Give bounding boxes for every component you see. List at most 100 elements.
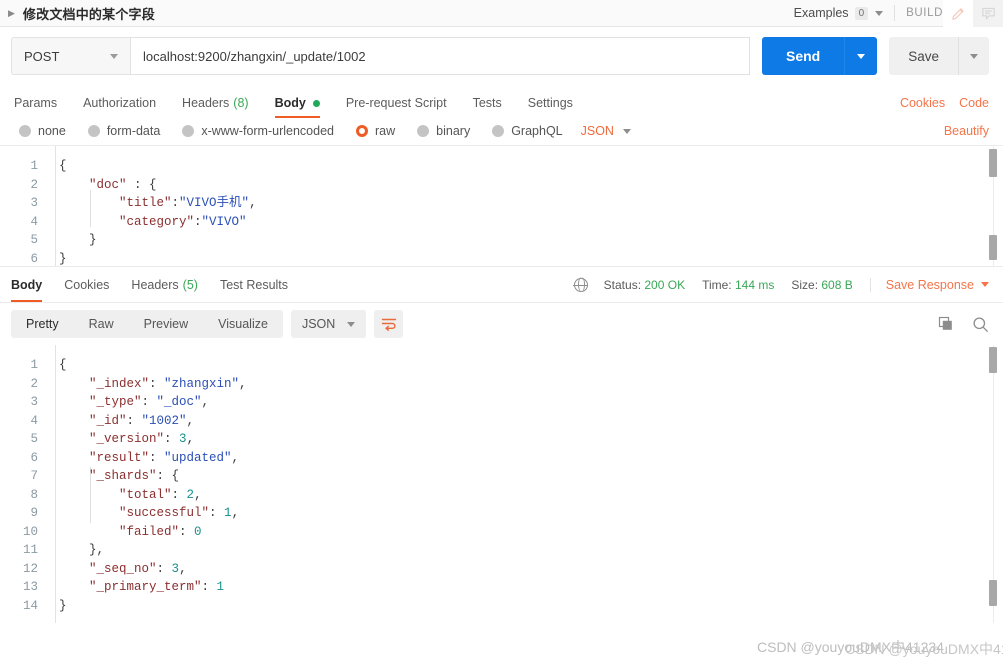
tab-authorization[interactable]: Authorization [70, 96, 169, 118]
word-wrap-button[interactable] [374, 310, 404, 338]
body-type-graphql[interactable]: GraphQL [492, 124, 563, 138]
time-value: 144 ms [734, 277, 775, 292]
line-number: 3 [30, 395, 38, 409]
request-body-code[interactable]: { "doc" : { "title":"VIVO手机", "category"… [59, 146, 977, 266]
tab-label: Params [14, 96, 58, 110]
tab-tests[interactable]: Tests [460, 96, 515, 118]
send-button-group: Send [761, 37, 878, 75]
line-number: 3 [30, 196, 38, 210]
save-response-button[interactable]: Save Response [869, 277, 989, 292]
request-editor-gutter: 1 2 3 4 5 6 [0, 146, 47, 266]
request-title[interactable]: 修改文档中的某个字段 [23, 4, 155, 23]
watermark-primary: CSDN @youyouDMX中41234 [757, 639, 944, 655]
globe-icon [573, 277, 588, 292]
response-tab-headers[interactable]: Headers (5) [120, 267, 209, 302]
response-body-code[interactable]: { "_index": "zhangxin", "_type": "_doc",… [59, 345, 977, 623]
http-method-select[interactable]: POST [11, 37, 130, 75]
response-editor-gutter: 1 2 3 4 5 6 7 8 9 10 11 12 13 14 [0, 345, 47, 623]
tab-label: Headers [131, 278, 179, 292]
save-button[interactable]: Save [889, 37, 958, 75]
cookies-link[interactable]: Cookies [900, 96, 945, 110]
send-chevron-down-icon [857, 53, 866, 59]
radio-icon [87, 125, 100, 137]
request-tab-bar: Params Authorization Headers (8) Body Pr… [0, 86, 1003, 118]
request-body-editor[interactable]: 1 2 3 4 5 6 { "doc" : { "title":"VIVO手机"… [0, 146, 1003, 267]
line-number: 6 [30, 251, 38, 266]
response-view-preview[interactable]: Preview [129, 317, 203, 331]
request-vertical-scrollbar-secondary[interactable] [989, 235, 997, 260]
radio-icon [492, 125, 505, 137]
tab-settings[interactable]: Settings [515, 96, 586, 118]
line-number: 10 [22, 524, 38, 539]
response-tab-cookies[interactable]: Cookies [53, 267, 120, 302]
body-type-x-www-form-urlencoded[interactable]: x-www-form-urlencoded [182, 124, 334, 138]
response-format-select[interactable]: JSON [290, 310, 367, 338]
line-number: 4 [30, 413, 38, 428]
line-number: 5 [30, 233, 38, 247]
copy-response-button[interactable] [938, 316, 954, 332]
body-type-form-data[interactable]: form-data [87, 124, 160, 138]
body-type-row: none form-data x-www-form-urlencoded raw… [0, 118, 1003, 146]
radio-label: none [38, 124, 66, 138]
radio-icon [417, 125, 430, 137]
response-vertical-scrollbar[interactable] [989, 347, 997, 373]
request-url-input[interactable]: localhost:9200/zhangxin/_update/1002 [130, 37, 750, 75]
request-vertical-scrollbar[interactable] [989, 149, 997, 177]
comment-button[interactable] [973, 0, 1003, 27]
watermark-secondary: CSDN @youyouDMX中41234 [845, 641, 1003, 657]
response-view-pretty[interactable]: Pretty [11, 317, 74, 331]
tab-body[interactable]: Body [262, 96, 333, 118]
gutter-divider [55, 146, 56, 266]
body-format-value: JSON [580, 124, 614, 138]
response-tab-body[interactable]: Body [11, 267, 53, 302]
line-number: 8 [30, 487, 38, 502]
line-number: 12 [22, 561, 38, 576]
time-badge: Time: 144 ms [702, 278, 774, 292]
save-options-button[interactable] [959, 37, 989, 75]
line-number: 13 [22, 580, 38, 594]
tab-params[interactable]: Params [11, 96, 70, 118]
send-button[interactable]: Send [761, 37, 845, 75]
size-label: Size: [791, 277, 819, 292]
build-label[interactable]: BUILD [906, 7, 943, 19]
search-icon [973, 316, 988, 332]
code-link[interactable]: Code [959, 96, 989, 110]
tab-headers[interactable]: Headers (8) [169, 96, 262, 118]
body-format-select[interactable]: JSON [581, 124, 631, 138]
line-number: 11 [22, 543, 38, 557]
response-view-raw[interactable]: Raw [74, 317, 129, 331]
line-number: 2 [30, 376, 38, 391]
divider [894, 5, 896, 21]
body-present-dot-icon [312, 99, 320, 107]
method-chevron-down-icon [110, 53, 118, 59]
search-response-button[interactable] [972, 316, 989, 333]
breadcrumb-expand-icon[interactable]: ▶ [8, 8, 15, 18]
save-response-label: Save Response [885, 277, 974, 292]
line-number: 6 [30, 450, 38, 465]
response-vertical-scrollbar-secondary[interactable] [989, 580, 997, 606]
beautify-button[interactable]: Beautify [944, 124, 989, 138]
response-tab-test-results[interactable]: Test Results [209, 267, 299, 302]
response-toolbar: Pretty Raw Preview Visualize JSON [0, 303, 1003, 345]
examples-chevron-down-icon[interactable] [875, 10, 884, 16]
body-type-raw[interactable]: raw [356, 124, 395, 138]
body-type-none[interactable]: none [19, 124, 66, 138]
send-options-button[interactable] [845, 37, 878, 75]
body-format-chevron-down-icon [622, 128, 631, 134]
tab-pre-request-script[interactable]: Pre-request Script [333, 96, 460, 118]
response-status-area: Status: 200 OK Time: 144 ms Size: 608 B … [573, 277, 989, 292]
line-number: 1 [30, 358, 38, 372]
response-body-editor[interactable]: 1 2 3 4 5 6 7 8 9 10 11 12 13 14 { "_ind… [0, 345, 1003, 657]
radio-selected-icon [356, 125, 368, 137]
tab-label: Pre-request Script [345, 96, 447, 110]
line-number: 4 [30, 214, 38, 229]
response-view-visualize[interactable]: Visualize [203, 317, 283, 331]
tab-label: Body [11, 278, 43, 292]
size-badge: Size: 608 B [791, 278, 852, 292]
edit-request-button[interactable] [943, 0, 973, 27]
tab-label: Tests [472, 96, 502, 110]
body-type-binary[interactable]: binary [417, 124, 470, 138]
examples-count-badge: 0 [854, 6, 869, 20]
line-number: 9 [30, 506, 38, 520]
request-url-value: localhost:9200/zhangxin/_update/1002 [143, 48, 366, 64]
